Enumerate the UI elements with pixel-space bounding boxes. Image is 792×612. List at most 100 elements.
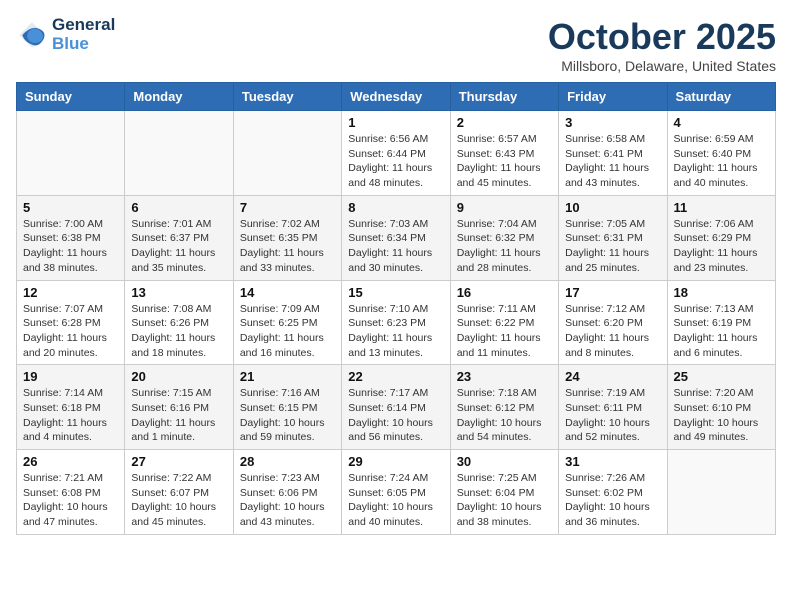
day-info: Sunrise: 7:13 AM Sunset: 6:19 PM Dayligh… [674, 302, 769, 361]
calendar-cell: 27 Sunrise: 7:22 AM Sunset: 6:07 PM Dayli… [125, 450, 233, 535]
day-info: Sunrise: 7:16 AM Sunset: 6:15 PM Dayligh… [240, 386, 335, 445]
calendar-cell [233, 111, 341, 196]
logo: General Blue [16, 16, 115, 53]
day-number: 4 [674, 115, 769, 130]
day-info: Sunrise: 7:18 AM Sunset: 6:12 PM Dayligh… [457, 386, 552, 445]
day-info: Sunrise: 7:08 AM Sunset: 6:26 PM Dayligh… [131, 302, 226, 361]
day-number: 20 [131, 369, 226, 384]
calendar-cell: 20 Sunrise: 7:15 AM Sunset: 6:16 PM Dayli… [125, 365, 233, 450]
weekday-header: Sunday [17, 83, 125, 111]
calendar-cell: 21 Sunrise: 7:16 AM Sunset: 6:15 PM Dayli… [233, 365, 341, 450]
calendar-cell: 22Sunrise: 7:17 AM Sunset: 6:14 PM Dayli… [342, 365, 450, 450]
day-number: 3 [565, 115, 660, 130]
day-number: 27 [131, 454, 226, 469]
day-number: 2 [457, 115, 552, 130]
calendar-cell [667, 450, 775, 535]
day-info: Sunrise: 7:19 AM Sunset: 6:11 PM Dayligh… [565, 386, 660, 445]
day-info: Sunrise: 7:09 AM Sunset: 6:25 PM Dayligh… [240, 302, 335, 361]
day-number: 29 [348, 454, 443, 469]
day-number: 26 [23, 454, 118, 469]
day-info: Sunrise: 7:11 AM Sunset: 6:22 PM Dayligh… [457, 302, 552, 361]
day-number: 28 [240, 454, 335, 469]
calendar-cell: 30 Sunrise: 7:25 AM Sunset: 6:04 PM Dayli… [450, 450, 558, 535]
location: Millsboro, Delaware, United States [548, 58, 776, 74]
weekday-header: Tuesday [233, 83, 341, 111]
weekday-header: Friday [559, 83, 667, 111]
day-info: Sunrise: 7:23 AM Sunset: 6:06 PM Dayligh… [240, 471, 335, 530]
calendar-cell: 31 Sunrise: 7:26 AM Sunset: 6:02 PM Dayli… [559, 450, 667, 535]
calendar-header-row: SundayMondayTuesdayWednesdayThursdayFrid… [17, 83, 776, 111]
day-number: 21 [240, 369, 335, 384]
calendar-cell: 3 Sunrise: 6:58 AM Sunset: 6:41 PM Daylig… [559, 111, 667, 196]
day-info: Sunrise: 7:12 AM Sunset: 6:20 PM Dayligh… [565, 302, 660, 361]
calendar-week-row: 5Sunrise: 7:00 AM Sunset: 6:38 PM Daylig… [17, 195, 776, 280]
day-info: Sunrise: 7:07 AM Sunset: 6:28 PM Dayligh… [23, 302, 118, 361]
day-number: 13 [131, 285, 226, 300]
page-header: General Blue October 2025 Millsboro, Del… [16, 16, 776, 74]
calendar-cell: 26 Sunrise: 7:21 AM Sunset: 6:08 PM Dayli… [17, 450, 125, 535]
calendar-cell: 24 Sunrise: 7:19 AM Sunset: 6:11 PM Dayli… [559, 365, 667, 450]
day-info: Sunrise: 6:59 AM Sunset: 6:40 PM Dayligh… [674, 132, 769, 191]
day-number: 10 [565, 200, 660, 215]
calendar-cell: 15Sunrise: 7:10 AM Sunset: 6:23 PM Dayli… [342, 280, 450, 365]
calendar-cell: 12 Sunrise: 7:07 AM Sunset: 6:28 PM Dayli… [17, 280, 125, 365]
day-number: 22 [348, 369, 443, 384]
calendar-cell [125, 111, 233, 196]
calendar-week-row: 1Sunrise: 6:56 AM Sunset: 6:44 PM Daylig… [17, 111, 776, 196]
calendar-cell: 13 Sunrise: 7:08 AM Sunset: 6:26 PM Dayli… [125, 280, 233, 365]
day-info: Sunrise: 7:10 AM Sunset: 6:23 PM Dayligh… [348, 302, 443, 361]
calendar-cell: 8Sunrise: 7:03 AM Sunset: 6:34 PM Daylig… [342, 195, 450, 280]
day-info: Sunrise: 7:22 AM Sunset: 6:07 PM Dayligh… [131, 471, 226, 530]
day-number: 7 [240, 200, 335, 215]
weekday-header: Wednesday [342, 83, 450, 111]
day-number: 8 [348, 200, 443, 215]
day-number: 17 [565, 285, 660, 300]
day-number: 18 [674, 285, 769, 300]
day-info: Sunrise: 7:21 AM Sunset: 6:08 PM Dayligh… [23, 471, 118, 530]
day-number: 16 [457, 285, 552, 300]
day-number: 14 [240, 285, 335, 300]
day-number: 19 [23, 369, 118, 384]
calendar-cell: 19 Sunrise: 7:14 AM Sunset: 6:18 PM Dayli… [17, 365, 125, 450]
day-number: 6 [131, 200, 226, 215]
weekday-header: Monday [125, 83, 233, 111]
day-info: Sunrise: 6:57 AM Sunset: 6:43 PM Dayligh… [457, 132, 552, 191]
calendar-week-row: 19 Sunrise: 7:14 AM Sunset: 6:18 PM Dayli… [17, 365, 776, 450]
day-number: 31 [565, 454, 660, 469]
day-number: 11 [674, 200, 769, 215]
day-info: Sunrise: 7:25 AM Sunset: 6:04 PM Dayligh… [457, 471, 552, 530]
day-info: Sunrise: 7:02 AM Sunset: 6:35 PM Dayligh… [240, 217, 335, 276]
calendar-cell: 28 Sunrise: 7:23 AM Sunset: 6:06 PM Dayli… [233, 450, 341, 535]
day-info: Sunrise: 7:20 AM Sunset: 6:10 PM Dayligh… [674, 386, 769, 445]
day-info: Sunrise: 6:58 AM Sunset: 6:41 PM Dayligh… [565, 132, 660, 191]
calendar-cell: 18 Sunrise: 7:13 AM Sunset: 6:19 PM Dayli… [667, 280, 775, 365]
logo-text: General Blue [52, 16, 115, 53]
day-info: Sunrise: 7:24 AM Sunset: 6:05 PM Dayligh… [348, 471, 443, 530]
day-info: Sunrise: 6:56 AM Sunset: 6:44 PM Dayligh… [348, 132, 443, 191]
day-number: 12 [23, 285, 118, 300]
logo-icon [16, 19, 48, 51]
weekday-header: Saturday [667, 83, 775, 111]
day-number: 25 [674, 369, 769, 384]
day-info: Sunrise: 7:14 AM Sunset: 6:18 PM Dayligh… [23, 386, 118, 445]
day-info: Sunrise: 7:15 AM Sunset: 6:16 PM Dayligh… [131, 386, 226, 445]
calendar-week-row: 26 Sunrise: 7:21 AM Sunset: 6:08 PM Dayli… [17, 450, 776, 535]
calendar-cell: 5Sunrise: 7:00 AM Sunset: 6:38 PM Daylig… [17, 195, 125, 280]
calendar-cell: 29 Sunrise: 7:24 AM Sunset: 6:05 PM Dayli… [342, 450, 450, 535]
weekday-header: Thursday [450, 83, 558, 111]
calendar-cell: 2 Sunrise: 6:57 AM Sunset: 6:43 PM Daylig… [450, 111, 558, 196]
calendar-week-row: 12 Sunrise: 7:07 AM Sunset: 6:28 PM Dayli… [17, 280, 776, 365]
calendar-cell: 14 Sunrise: 7:09 AM Sunset: 6:25 PM Dayli… [233, 280, 341, 365]
day-number: 30 [457, 454, 552, 469]
day-info: Sunrise: 7:05 AM Sunset: 6:31 PM Dayligh… [565, 217, 660, 276]
calendar-cell: 7 Sunrise: 7:02 AM Sunset: 6:35 PM Daylig… [233, 195, 341, 280]
day-info: Sunrise: 7:26 AM Sunset: 6:02 PM Dayligh… [565, 471, 660, 530]
month-title: October 2025 [548, 16, 776, 58]
calendar-cell: 11 Sunrise: 7:06 AM Sunset: 6:29 PM Dayli… [667, 195, 775, 280]
day-info: Sunrise: 7:04 AM Sunset: 6:32 PM Dayligh… [457, 217, 552, 276]
day-info: Sunrise: 7:00 AM Sunset: 6:38 PM Dayligh… [23, 217, 118, 276]
day-info: Sunrise: 7:06 AM Sunset: 6:29 PM Dayligh… [674, 217, 769, 276]
day-number: 24 [565, 369, 660, 384]
title-block: October 2025 Millsboro, Delaware, United… [548, 16, 776, 74]
calendar-cell: 23Sunrise: 7:18 AM Sunset: 6:12 PM Dayli… [450, 365, 558, 450]
